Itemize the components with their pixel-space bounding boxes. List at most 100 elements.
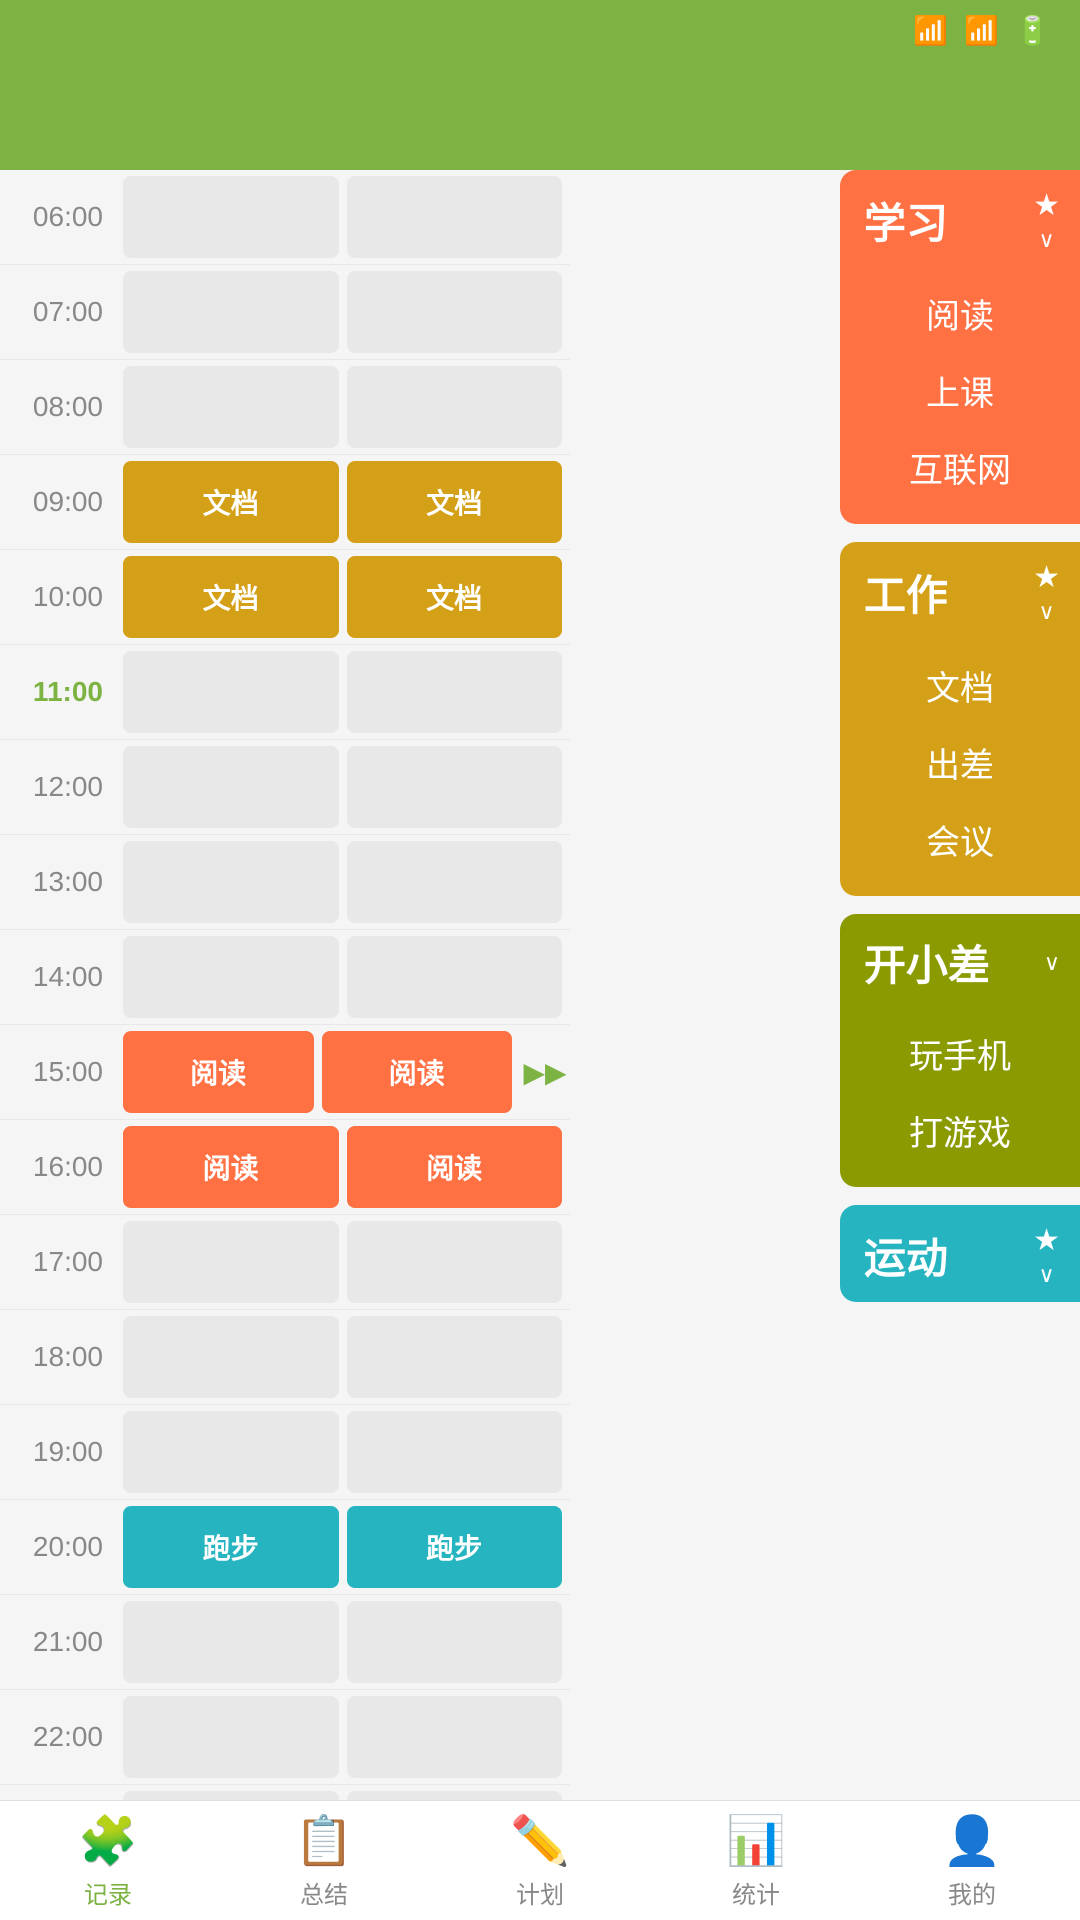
calendar-slot[interactable]: 文档 xyxy=(347,461,563,543)
category-item[interactable]: 文档 xyxy=(840,647,1080,724)
calendar-slot[interactable]: 跑步 xyxy=(347,1506,563,1588)
nav-item-summary[interactable]: 📋总结 xyxy=(216,1812,432,1910)
time-label: 12:00 xyxy=(0,740,115,834)
category-icons: ∨ xyxy=(1044,950,1060,976)
category-item[interactable]: 上课 xyxy=(840,352,1080,429)
status-bar: 📶 📶 🔋 xyxy=(0,0,1080,60)
calendar-slot[interactable] xyxy=(123,1696,339,1778)
calendar-slot[interactable]: 阅读 xyxy=(123,1031,314,1113)
nav-icon-mine: 👤 xyxy=(942,1812,1002,1869)
time-label: 09:00 xyxy=(0,455,115,549)
calendar-slot[interactable] xyxy=(123,1601,339,1683)
category-title: 运动 xyxy=(864,1225,948,1286)
calendar-slot[interactable] xyxy=(123,176,339,258)
calendar-slot[interactable] xyxy=(347,936,563,1018)
time-slots: 跑步跑步 xyxy=(115,1500,570,1594)
chevron-down-icon[interactable]: ∨ xyxy=(1038,599,1054,625)
time-label: 18:00 xyxy=(0,1310,115,1404)
star-icon[interactable]: ★ xyxy=(1033,1223,1060,1258)
category-item[interactable]: 互联网 xyxy=(840,429,1080,506)
time-label: 23:00 xyxy=(0,1785,115,1800)
time-label: 17:00 xyxy=(0,1215,115,1309)
star-icon[interactable]: ★ xyxy=(1033,560,1060,595)
time-row: 20:00跑步跑步 xyxy=(0,1500,570,1595)
calendar-section: 06:0007:0008:0009:00文档文档10:00文档文档11:0012… xyxy=(0,170,570,1800)
calendar-slot[interactable]: 阅读 xyxy=(347,1126,563,1208)
calendar-slot[interactable] xyxy=(123,366,339,448)
time-row: 21:00 xyxy=(0,1595,570,1690)
calendar-slot[interactable] xyxy=(123,1221,339,1303)
chevron-down-icon[interactable]: ∨ xyxy=(1038,227,1054,253)
calendar-slot[interactable] xyxy=(347,271,563,353)
time-row: 15:00阅读阅读▶▶ xyxy=(0,1025,570,1120)
calendar-slot[interactable] xyxy=(347,746,563,828)
time-slots xyxy=(115,835,570,929)
time-slots xyxy=(115,930,570,1024)
calendar-slot[interactable] xyxy=(347,366,563,448)
chevron-down-icon[interactable]: ∨ xyxy=(1044,950,1060,976)
calendar-slot[interactable] xyxy=(123,1316,339,1398)
calendar-slot[interactable] xyxy=(347,1411,563,1493)
calendar-slot[interactable] xyxy=(347,1696,563,1778)
forward-button[interactable]: ▶▶ xyxy=(520,1025,570,1119)
time-row: 17:00 xyxy=(0,1215,570,1310)
battery-icon: 🔋 xyxy=(1015,14,1050,47)
category-card-slack: 开小差∨玩手机打游戏 xyxy=(840,914,1080,1187)
category-item[interactable]: 出差 xyxy=(840,724,1080,801)
time-row: 08:00 xyxy=(0,360,570,455)
category-item[interactable]: 阅读 xyxy=(840,275,1080,352)
calendar-slot[interactable] xyxy=(123,271,339,353)
nav-item-plan[interactable]: ✏️计划 xyxy=(432,1812,648,1910)
calendar-slot[interactable] xyxy=(347,1601,563,1683)
star-icon[interactable]: ★ xyxy=(1033,188,1060,223)
nav-item-stats[interactable]: 📊统计 xyxy=(648,1812,864,1910)
calendar-slot[interactable]: 文档 xyxy=(347,556,563,638)
nav-item-record[interactable]: 🧩记录 xyxy=(0,1812,216,1910)
calendar-slot[interactable]: 阅读 xyxy=(322,1031,513,1113)
nav-item-mine[interactable]: 👤我的 xyxy=(864,1812,1080,1910)
time-slots xyxy=(115,1405,570,1499)
category-item[interactable]: 玩手机 xyxy=(840,1015,1080,1092)
calendar-slot[interactable] xyxy=(347,1221,563,1303)
time-slots xyxy=(115,645,570,739)
category-header-slack[interactable]: 开小差∨ xyxy=(840,914,1080,1007)
time-label: 21:00 xyxy=(0,1595,115,1689)
calendar-slot[interactable]: 文档 xyxy=(123,556,339,638)
nav-items-container: 🧩记录📋总结✏️计划📊统计👤我的 xyxy=(0,1812,1080,1910)
category-icons: ★∨ xyxy=(1033,560,1060,625)
calendar-slot[interactable] xyxy=(123,936,339,1018)
calendar-slot[interactable]: 阅读 xyxy=(123,1126,339,1208)
chevron-down-icon[interactable]: ∨ xyxy=(1038,1262,1054,1288)
calendar-slot[interactable] xyxy=(123,1411,339,1493)
calendar-slot[interactable]: 文档 xyxy=(123,461,339,543)
calendar-slot[interactable] xyxy=(347,1316,563,1398)
calendar-slot[interactable] xyxy=(347,651,563,733)
category-item[interactable]: 打游戏 xyxy=(840,1092,1080,1169)
calendar-slot[interactable] xyxy=(123,1791,339,1800)
calendar-slot[interactable] xyxy=(347,176,563,258)
time-row: 06:00 xyxy=(0,170,570,265)
time-slots xyxy=(115,1690,570,1784)
calendar-slot[interactable] xyxy=(123,841,339,923)
time-row: 16:00阅读阅读 xyxy=(0,1120,570,1215)
category-items: 玩手机打游戏 xyxy=(840,1007,1080,1187)
signal-icon: 📶 xyxy=(964,14,999,47)
status-indicators: 📶 📶 🔋 xyxy=(913,14,1050,47)
calendar-slot[interactable] xyxy=(123,746,339,828)
category-header-work[interactable]: 工作★∨ xyxy=(840,542,1080,639)
calendar-slot[interactable] xyxy=(347,841,563,923)
calendar-slot[interactable]: 跑步 xyxy=(123,1506,339,1588)
category-header-study[interactable]: 学习★∨ xyxy=(840,170,1080,267)
time-slots xyxy=(115,360,570,454)
time-slots: 阅读阅读 xyxy=(115,1025,520,1119)
main-area: 06:0007:0008:0009:00文档文档10:00文档文档11:0012… xyxy=(0,170,1080,1800)
category-item[interactable]: 会议 xyxy=(840,801,1080,878)
category-header-sport[interactable]: 运动 ★ ∨ xyxy=(840,1205,1080,1302)
calendar-slot[interactable] xyxy=(347,1791,563,1800)
calendar-slot[interactable] xyxy=(123,651,339,733)
category-items: 文档出差会议 xyxy=(840,639,1080,896)
time-row: 23:00 xyxy=(0,1785,570,1800)
nav-icon-plan: ✏️ xyxy=(510,1812,570,1869)
time-row: 11:00 xyxy=(0,645,570,740)
time-row: 10:00文档文档 xyxy=(0,550,570,645)
